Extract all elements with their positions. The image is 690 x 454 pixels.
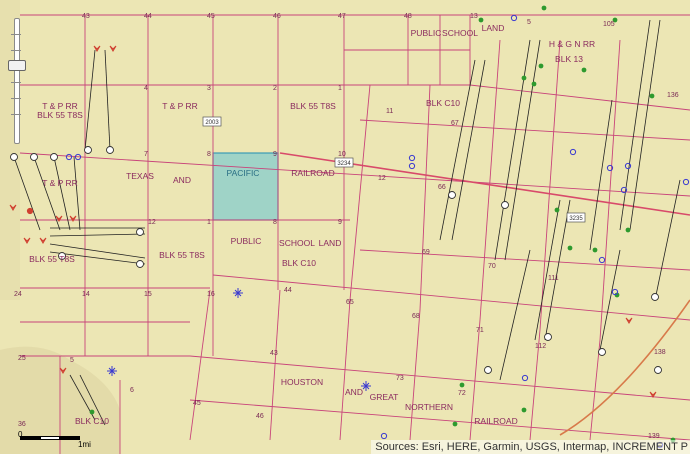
area-label: LAND — [482, 23, 505, 33]
scale-bar: 0 1mi — [18, 430, 100, 449]
area-label: GREAT — [370, 392, 399, 402]
section-number: 36 — [18, 421, 26, 428]
section-number: 5 — [70, 357, 74, 364]
area-label: AND — [173, 175, 191, 185]
section-number: 5 — [527, 19, 531, 26]
section-number: 68 — [412, 313, 420, 320]
section-number: 1 — [207, 219, 211, 226]
road-shield-label: 3234 — [337, 161, 351, 167]
section-number: 138 — [654, 349, 666, 356]
map-view[interactable]: 43 44 45 46 47 48 13 5 4 3 2 1 11 7 8 9 10 12 12 1 8 9 24 14 15 1… — [0, 0, 690, 454]
area-label: H & G N RR — [549, 39, 595, 49]
section-number: 46 — [273, 13, 281, 20]
area-label: BLK C10 — [282, 258, 316, 268]
road-shield-label: 2003 — [205, 120, 219, 126]
zoom-tick — [11, 114, 21, 115]
area-label: PUBLIC — [411, 28, 442, 38]
section-number: 11 — [386, 108, 393, 115]
map-attribution[interactable]: Sources: Esri, HERE, Garmin, USGS, Inter… — [371, 440, 690, 454]
section-number: 112 — [535, 343, 546, 350]
map-canvas: 43 44 45 46 47 48 1354 3 2 1117 8 9 101212 1 8 924 14 15 1… — [0, 0, 690, 454]
section-number: 12 — [378, 175, 386, 182]
zoom-tick — [11, 98, 21, 99]
scale-seg — [40, 436, 60, 440]
area-label: SCHOOL — [279, 238, 315, 248]
section-number: 14 — [82, 291, 90, 298]
section-number: 3 — [207, 85, 211, 92]
scale-label-1mi: 1mi — [78, 440, 91, 449]
section-number: 44 — [144, 13, 152, 20]
area-label: BLK C10 — [426, 98, 460, 108]
area-label: PUBLIC — [231, 236, 262, 246]
zoom-tick — [11, 82, 21, 83]
section-number: 9 — [273, 151, 277, 158]
area-label: AND — [345, 387, 363, 397]
section-number: 72 — [458, 390, 466, 397]
section-number: 9 — [338, 219, 342, 226]
section-number: 47 — [338, 13, 346, 20]
section-number: 46 — [256, 413, 264, 420]
area-label: BLK 55 T8S — [37, 110, 83, 120]
area-label: RAILROAD — [474, 416, 517, 426]
section-number: 4 — [144, 85, 148, 92]
area-label: HOUSTON — [281, 377, 323, 387]
section-number: 45 — [207, 13, 215, 20]
section-number: 8 — [207, 151, 211, 158]
area-label: TEXAS — [126, 171, 154, 181]
section-number: 43 — [270, 350, 278, 357]
area-label: BLK 55 T8S — [29, 254, 75, 264]
area-label: BLK C10 — [75, 416, 109, 426]
section-number: 7 — [144, 151, 148, 158]
section-number: 15 — [144, 291, 152, 298]
section-number: 8 — [273, 219, 277, 226]
section-number: 25 — [18, 355, 26, 362]
section-number: 67 — [451, 120, 459, 127]
section-number: 10 — [338, 151, 346, 158]
section-number: 12 — [148, 219, 156, 226]
section-number: 24 — [14, 291, 22, 298]
zoom-tick — [11, 34, 21, 35]
section-number: 2 — [273, 85, 277, 92]
section-number: 44 — [284, 287, 292, 294]
area-label: SCHOOL — [442, 28, 478, 38]
area-label: BLK 55 T8S — [290, 101, 336, 111]
area-label: PACIFIC — [227, 168, 260, 178]
zoom-slider[interactable] — [6, 14, 26, 146]
section-number: 139 — [648, 433, 660, 440]
section-number: 6 — [130, 387, 134, 394]
section-number: 73 — [396, 375, 404, 382]
section-number: 69 — [422, 249, 430, 256]
area-label: T & P RR — [42, 178, 78, 188]
section-number: 16 — [207, 291, 215, 298]
section-number: 65 — [346, 299, 354, 306]
section-number: 13 — [470, 13, 478, 20]
area-label: BLK 13 — [555, 54, 583, 64]
area-label: T & P RR — [162, 101, 198, 111]
area-label: BLK 55 T8S — [159, 250, 205, 260]
section-number: 71 — [476, 327, 484, 334]
scale-seg — [60, 436, 80, 440]
zoom-handle[interactable] — [8, 60, 26, 71]
scale-label-0: 0 — [18, 430, 23, 439]
area-label: LAND — [319, 238, 342, 248]
section-number: 105 — [603, 21, 615, 28]
section-number: 136 — [667, 92, 679, 99]
highlighted-parcel[interactable] — [212, 152, 279, 221]
section-number: 43 — [82, 13, 90, 20]
zoom-track[interactable] — [14, 18, 20, 144]
section-number: 70 — [488, 263, 496, 270]
section-number: 111 — [548, 275, 559, 282]
scale-seg — [20, 436, 40, 440]
road-shield-label: 3235 — [569, 216, 583, 222]
zoom-tick — [11, 50, 21, 51]
section-number: 66 — [438, 184, 446, 191]
section-number: 45 — [193, 400, 201, 407]
section-number: 1 — [338, 85, 342, 92]
section-number: 48 — [404, 13, 412, 20]
area-label: RAILROAD — [291, 168, 334, 178]
area-label: NORTHERN — [405, 402, 453, 412]
